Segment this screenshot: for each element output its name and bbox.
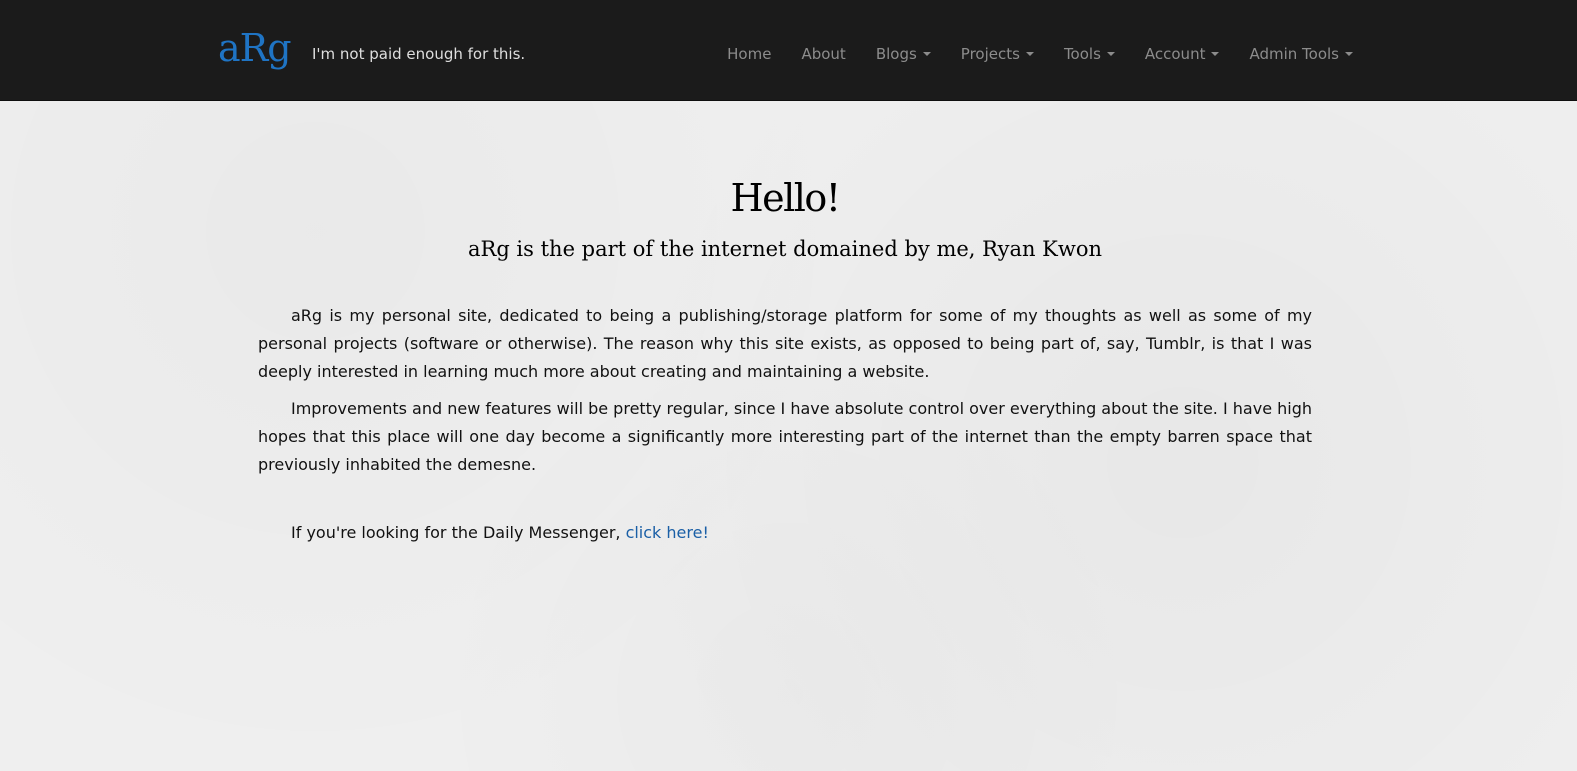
nav-blogs-label: Blogs <box>875 45 917 63</box>
page-title: Hello! <box>730 176 841 220</box>
nav-about-label: About <box>801 45 846 63</box>
nav-admin-tools-label: Admin Tools <box>1249 45 1339 63</box>
caret-down-icon <box>1025 52 1034 56</box>
improvements-paragraph: Improvements and new features will be pr… <box>258 399 1312 474</box>
caret-down-icon <box>1211 52 1220 56</box>
nav-tools-dropdown[interactable]: Tools <box>1064 44 1115 64</box>
caret-down-icon <box>1345 52 1353 56</box>
nav-account-label: Account <box>1144 45 1206 63</box>
messenger-text: If you're looking for the Daily Messenge… <box>291 523 626 542</box>
intro-paragraph: aRg is my personal site, dedicated to be… <box>258 306 1312 381</box>
nav-projects-label: Projects <box>960 45 1020 63</box>
nav-account-dropdown[interactable]: Account <box>1145 44 1220 64</box>
nav-about-link[interactable]: About <box>801 44 845 64</box>
daily-messenger-link[interactable]: click here! <box>626 523 709 542</box>
main-nav: Home About Blogs Projects Tools Account … <box>727 44 1353 64</box>
brand-logo-link[interactable]: aRg <box>218 24 292 72</box>
site-tagline: I'm not paid enough for this. <box>312 45 526 63</box>
caret-down-icon <box>922 52 931 56</box>
nav-tools-label: Tools <box>1063 45 1101 63</box>
nav-blogs-dropdown[interactable]: Blogs <box>876 44 931 64</box>
nav-home-link[interactable]: Home <box>727 44 771 64</box>
nav-projects-dropdown[interactable]: Projects <box>961 44 1034 64</box>
messenger-paragraph: If you're looking for the Daily Messenge… <box>258 519 1312 547</box>
top-navbar: aRg I'm not paid enough for this. Home A… <box>0 0 1577 101</box>
nav-admin-tools-dropdown[interactable]: Admin Tools <box>1249 44 1353 64</box>
main-content: Hello! aRg is the part of the internet d… <box>258 172 1312 547</box>
page-subtitle: aRg is the part of the internet domained… <box>467 237 1102 261</box>
caret-down-icon <box>1106 52 1115 56</box>
nav-home-label: Home <box>727 45 772 63</box>
